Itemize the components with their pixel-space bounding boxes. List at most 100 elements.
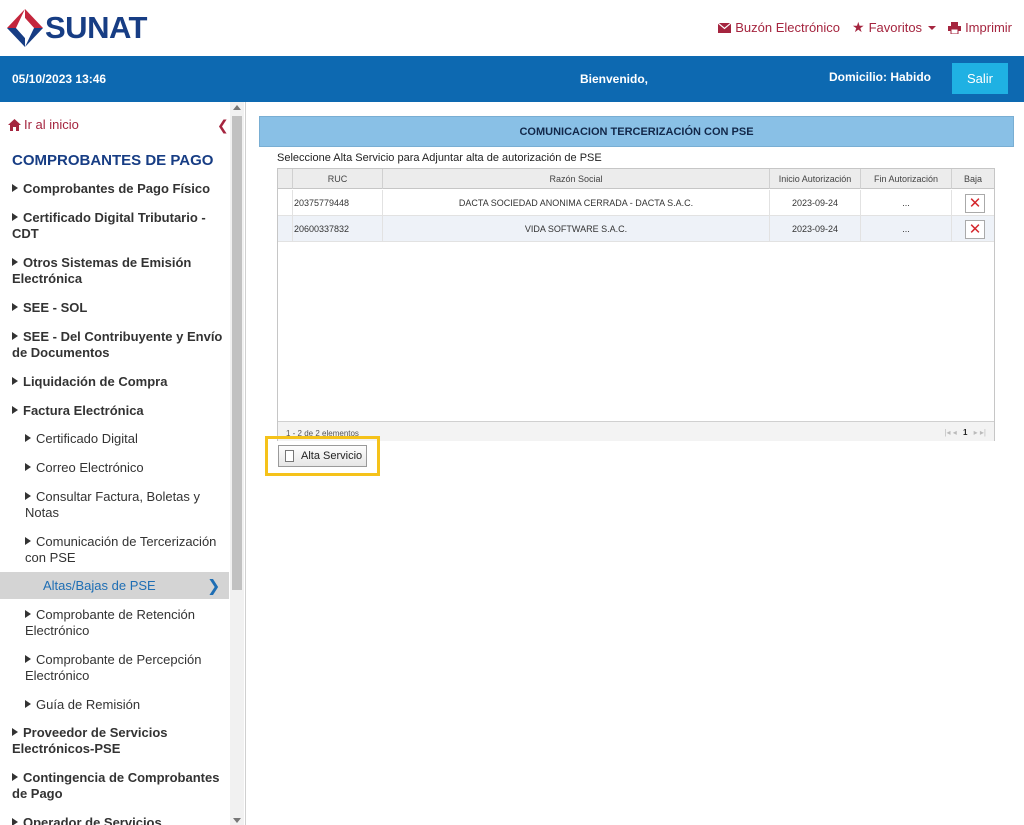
datetime: 05/10/2023 13:46 [12, 72, 107, 86]
triangle-right-icon [12, 303, 18, 311]
col-header-inicio[interactable]: Inicio Autorización [769, 169, 860, 189]
favorites-label: Favoritos [868, 20, 923, 35]
brand-name: SUNAT [45, 10, 147, 45]
sidebar-item-tercerizacion-pse[interactable]: Comunicación de Tercerización con PSE [25, 534, 225, 566]
triangle-right-icon [12, 818, 18, 825]
sidebar-item-consultar-factura[interactable]: Consultar Factura, Boletas y Notas [25, 489, 225, 521]
sidebar-item-cdt[interactable]: Certificado Digital Tributario - CDT [12, 210, 224, 242]
scroll-up-icon[interactable] [233, 105, 241, 110]
chevron-down-icon [928, 25, 937, 30]
sidebar-item-certificado-digital[interactable]: Certificado Digital [25, 431, 225, 447]
sidebar-item-label: Comprobantes de Pago Físico [23, 181, 211, 196]
status-bar: 05/10/2023 13:46 Bienvenido, Domicilio: … [0, 56, 1024, 102]
collapse-sidebar-icon[interactable]: ❮ [217, 117, 229, 134]
sidebar-item-label: Contingencia de Comprobantes de Pago [12, 770, 220, 801]
triangle-right-icon [25, 492, 31, 500]
star-icon: ★ [852, 19, 865, 35]
sidebar-item-label: Guía de Remisión [36, 697, 141, 712]
alta-servicio-button[interactable]: Alta Servicio [278, 445, 367, 467]
triangle-right-icon [12, 258, 18, 266]
sidebar-item-correo-electronico[interactable]: Correo Electrónico [25, 460, 225, 476]
sidebar-item-label: Proveedor de Servicios Electrónicos-PSE [12, 725, 168, 756]
triangle-right-icon [25, 434, 31, 442]
delete-button[interactable]: ✕ [965, 194, 985, 213]
scroll-thumb[interactable] [232, 116, 242, 590]
print-label: Imprimir [965, 20, 1012, 35]
sidebar-item-label: Certificado Digital Tributario - CDT [12, 210, 206, 241]
delete-button[interactable]: ✕ [965, 220, 985, 239]
sidebar-item-altas-bajas-pse[interactable]: Altas/Bajas de PSE ❯ [0, 572, 229, 599]
instructions-text: Seleccione Alta Servicio para Adjuntar a… [277, 152, 602, 164]
sidebar-item-label: Correo Electrónico [36, 460, 144, 475]
chevron-right-icon: ❯ [207, 578, 221, 595]
grid-header-spacer [278, 169, 292, 189]
sidebar-item-percepcion[interactable]: Comprobante de Percepción Electrónico [25, 652, 225, 684]
sidebar-menu: Ir al inicio ❮ COMPROBANTES DE PAGO Comp… [0, 102, 246, 825]
cell-fin: ... [860, 190, 951, 216]
pse-grid: RUC Razón Social Inicio Autorización Fin… [277, 168, 995, 441]
home-link[interactable]: Ir al inicio [8, 117, 79, 132]
sidebar-item-label: Comunicación de Tercerización con PSE [25, 534, 217, 565]
col-header-fin[interactable]: Fin Autorización [860, 169, 951, 189]
sidebar-item-guia-remision[interactable]: Guía de Remisión [25, 697, 225, 713]
sidebar-item-label: Operador de Servicios [23, 815, 162, 825]
table-row[interactable]: 20600337832 VIDA SOFTWARE S.A.C. 2023-09… [278, 216, 994, 242]
sidebar-item-operador-servicios[interactable]: Operador de Servicios [12, 815, 224, 825]
sidebar-item-label: SEE - SOL [23, 300, 88, 315]
domicilio-status: Domicilio: Habido [829, 70, 931, 84]
sidebar-item-contingencia[interactable]: Contingencia de Comprobantes de Pago [12, 770, 224, 802]
triangle-right-icon [12, 213, 18, 221]
triangle-right-icon [25, 655, 31, 663]
cell-fin: ... [860, 216, 951, 242]
sidebar-item-proveedor-pse[interactable]: Proveedor de Servicios Electrónicos-PSE [12, 725, 224, 757]
grid-header: RUC Razón Social Inicio Autorización Fin… [278, 169, 994, 189]
triangle-right-icon [25, 700, 31, 708]
col-header-ruc[interactable]: RUC [292, 169, 382, 189]
pager: |◂ ◂ 1 ▸ ▸| [944, 428, 986, 437]
cell-inicio: 2023-09-24 [769, 216, 860, 242]
first-page-icon[interactable]: |◂ [944, 428, 950, 437]
prev-page-icon[interactable]: ◂ [953, 428, 957, 437]
triangle-right-icon [25, 463, 31, 471]
cell-ruc: 20375779448 [292, 190, 382, 216]
mailbox-label: Buzón Electrónico [735, 20, 841, 35]
welcome-text: Bienvenido, [580, 72, 649, 86]
mailbox-link[interactable]: Buzón Electrónico [718, 19, 840, 36]
triangle-right-icon [12, 773, 18, 781]
document-icon [285, 450, 294, 462]
sidebar-item-see-sol[interactable]: SEE - SOL [12, 300, 224, 316]
sidebar-item-otros-sistemas[interactable]: Otros Sistemas de Emisión Electrónica [12, 255, 224, 287]
sunat-logo[interactable]: SUNAT [6, 8, 147, 48]
cell-inicio: 2023-09-24 [769, 190, 860, 216]
grid-footer: 1 - 2 de 2 elementos |◂ ◂ 1 ▸ ▸| [278, 421, 994, 441]
sidebar-item-label: Liquidación de Compra [23, 374, 168, 389]
col-header-baja[interactable]: Baja [951, 169, 994, 189]
sidebar-item-retencion[interactable]: Comprobante de Retención Electrónico [25, 607, 225, 639]
panel-title: COMUNICACION TERCERIZACIÓN CON PSE [259, 116, 1014, 147]
triangle-right-icon [25, 537, 31, 545]
table-row[interactable]: 20375779448 DACTA SOCIEDAD ANONIMA CERRA… [278, 190, 994, 216]
sidebar-item-label: Comprobante de Percepción Electrónico [25, 652, 202, 683]
sidebar-scrollbar[interactable] [230, 102, 244, 825]
scroll-down-icon[interactable] [233, 818, 241, 823]
current-page[interactable]: 1 [963, 428, 967, 437]
sidebar-item-factura-electronica[interactable]: Factura Electrónica [12, 403, 224, 419]
sidebar-item-label: Certificado Digital [36, 431, 138, 446]
top-header: SUNAT Buzón Electrónico ★ Favoritos Impr… [0, 0, 1024, 56]
cell-razon-social: VIDA SOFTWARE S.A.C. [382, 216, 769, 242]
logout-button[interactable]: Salir [952, 63, 1008, 94]
triangle-right-icon [25, 610, 31, 618]
next-page-icon[interactable]: ▸ [974, 428, 978, 437]
main-content: COMUNICACION TERCERIZACIÓN CON PSE Selec… [246, 102, 1024, 825]
triangle-right-icon [12, 332, 18, 340]
sidebar-item-label: Otros Sistemas de Emisión Electrónica [12, 255, 192, 286]
col-header-razon-social[interactable]: Razón Social [382, 169, 769, 189]
triangle-right-icon [12, 377, 18, 385]
favorites-dropdown[interactable]: ★ Favoritos [852, 19, 937, 36]
print-link[interactable]: Imprimir [948, 19, 1012, 36]
last-page-icon[interactable]: ▸| [980, 428, 986, 437]
sidebar-item-comprobantes-fisico[interactable]: Comprobantes de Pago Físico [12, 181, 224, 197]
sidebar-item-liquidacion[interactable]: Liquidación de Compra [12, 374, 224, 390]
sidebar-item-see-contribuyente[interactable]: SEE - Del Contribuyente y Envío de Docum… [12, 329, 224, 361]
cell-ruc: 20600337832 [292, 216, 382, 242]
